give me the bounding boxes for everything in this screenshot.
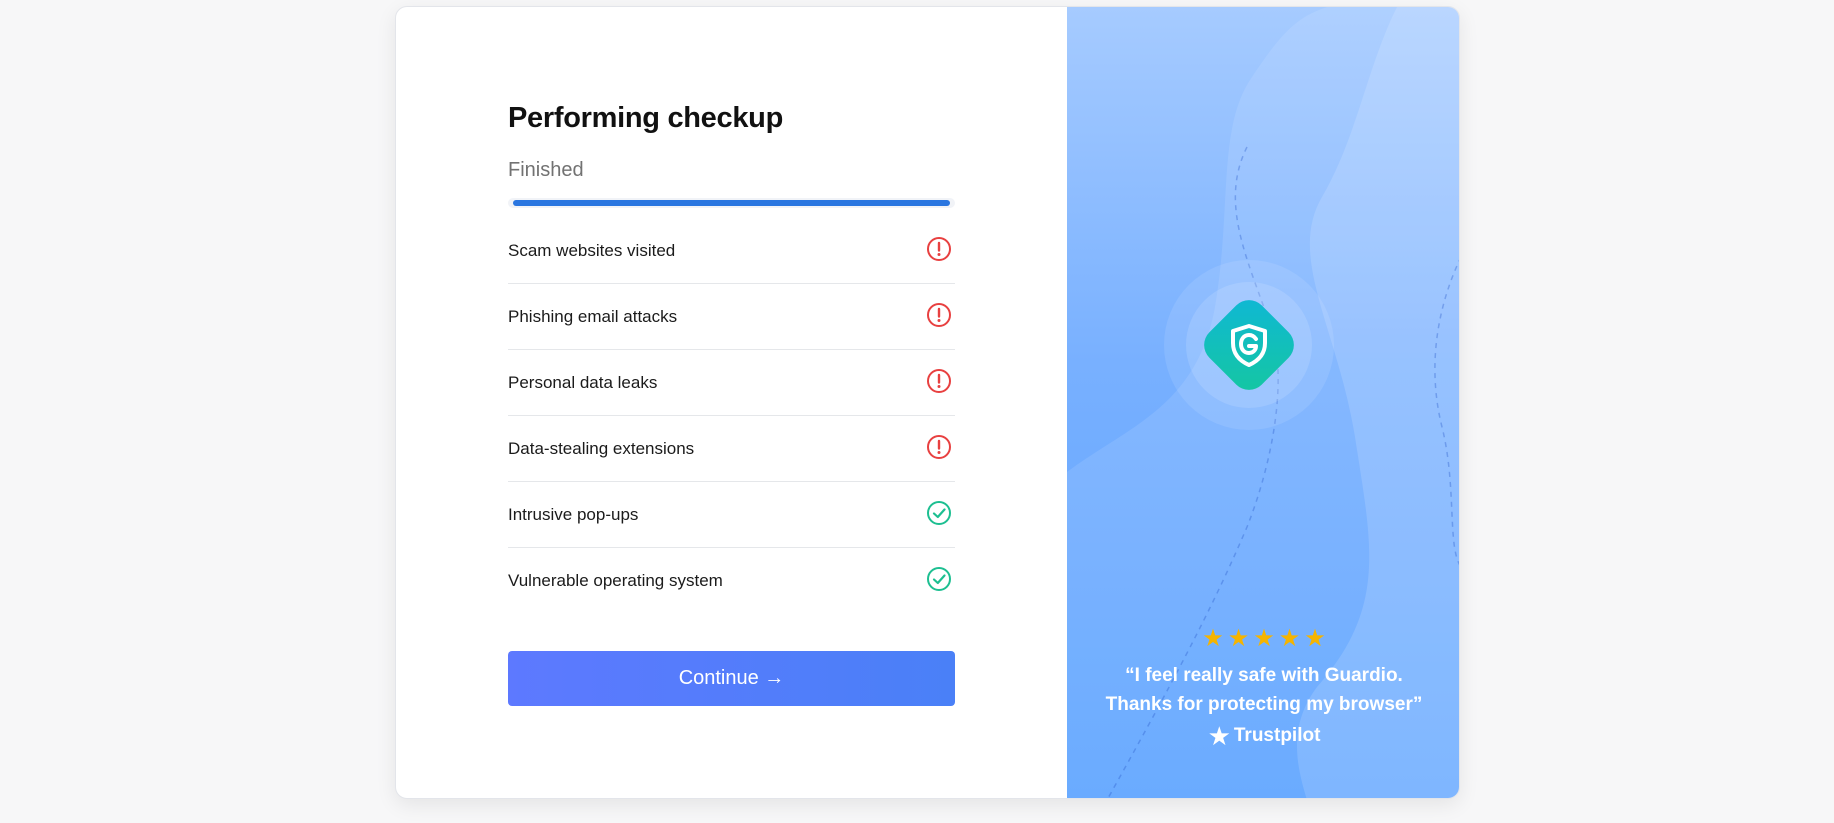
check-label: Scam websites visited <box>508 240 676 260</box>
star-icon: ★ <box>1253 625 1275 652</box>
rating-stars: ★ ★ ★ ★ ★ <box>1067 625 1459 652</box>
continue-button[interactable]: Continue → <box>508 651 955 706</box>
check-row: Vulnerable operating system <box>508 548 955 613</box>
check-label: Vulnerable operating system <box>508 570 723 590</box>
progress-bar <box>508 198 955 208</box>
checkup-card: Performing checkup Finished Scam website… <box>395 6 1460 799</box>
check-label: Phishing email attacks <box>508 306 678 326</box>
review-quote: “I feel really safe with Guardio. Thanks… <box>1105 665 1423 715</box>
check-icon <box>925 499 953 527</box>
trustpilot-label: Trustpilot <box>1233 725 1321 746</box>
check-icon <box>925 565 953 593</box>
alert-icon <box>925 367 953 395</box>
star-icon: ★ <box>1278 625 1301 652</box>
review: ★ ★ ★ ★ ★ “I feel really safe with Guardio. … <box>1067 625 1459 751</box>
check-label: Data-stealing extensions <box>508 438 695 458</box>
promo-panel: ★ ★ ★ ★ ★ “I feel really safe with Guardio. … <box>1067 7 1459 798</box>
logo-badge <box>1164 260 1334 430</box>
check-row: Personal data leaks <box>508 350 955 416</box>
checkup-panel: Performing checkup Finished Scam website… <box>396 7 1067 798</box>
check-label: Personal data leaks <box>508 372 658 392</box>
alert-icon <box>925 301 953 329</box>
progress-fill <box>513 200 950 206</box>
checkup-status: Finished <box>508 159 584 181</box>
guardio-shield-icon <box>1212 308 1286 382</box>
trustpilot-logo: ★ Trustpilot <box>1067 721 1459 751</box>
star-icon: ★ <box>1202 625 1224 652</box>
star-icon: ★ <box>1227 625 1250 652</box>
trustpilot-star-icon: ★ <box>1207 721 1231 751</box>
check-row: Phishing email attacks <box>508 284 955 350</box>
star-icon: ★ <box>1304 625 1326 652</box>
alert-icon <box>925 433 953 461</box>
alert-icon <box>925 235 953 263</box>
check-row: Data-stealing extensions <box>508 416 955 482</box>
check-list: Scam websites visited Phishing email atta… <box>508 218 955 613</box>
check-row: Scam websites visited <box>508 218 955 284</box>
check-row: Intrusive pop-ups <box>508 482 955 548</box>
page-title: Performing checkup <box>508 102 783 134</box>
check-label: Intrusive pop-ups <box>508 504 639 524</box>
checkup-content: Performing checkup Finished Scam website… <box>508 102 955 706</box>
